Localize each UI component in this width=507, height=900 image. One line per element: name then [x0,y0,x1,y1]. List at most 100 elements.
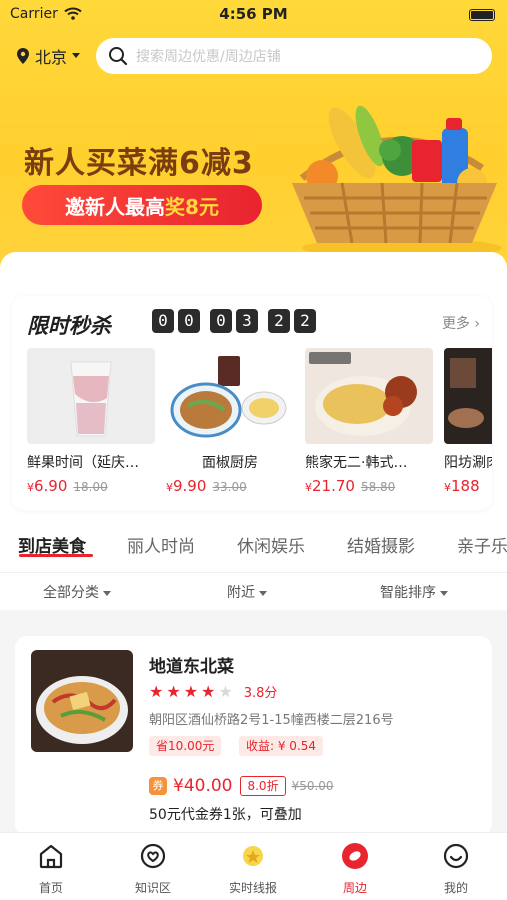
tab-nearby[interactable]: 周边 [315,841,395,896]
flash-sale-card: 限时秒杀 0 0 0 3 2 2 更多 › 鲜果时间（延庆… ¥6.90 18.0… [12,296,492,510]
banner-sub-highlight: 奖8元 [165,194,219,219]
product-name: 阳坊涮肉 [444,455,492,471]
product-card[interactable]: 阳坊涮肉 ¥188 [444,348,492,495]
shop-card[interactable]: 地道东北菜 ★ ★ ★ ★ ★ 3.8分 朝阳区酒仙桥路2号1-15幢西楼二层2… [15,636,492,836]
product-list: 鲜果时间（延庆… ¥6.90 18.00 面椒厨房 ¥9.90 33.00 熊家… [27,348,492,495]
filter-bar: 全部分类 附近 智能排序 [0,572,507,610]
tab-wedding[interactable]: 结婚摄影 [347,532,415,557]
product-image [166,348,294,444]
star-icon: ★ [149,682,164,701]
tab-kids[interactable]: 亲子乐园 [457,532,507,557]
banner-invite-pill[interactable]: 邀新人最高 奖8元 [22,185,262,225]
caret-down-icon [440,591,449,596]
currency-symbol: ¥ [305,481,312,494]
more-link[interactable]: 更多 › [442,313,480,333]
coupon-row[interactable]: 券 ¥40.00 8.0折 ¥50.00 [149,776,334,796]
caret-down-icon [103,591,112,596]
star-icon: ★ [166,682,181,701]
coupon-icon: 券 [149,777,167,795]
countdown-timer: 0 0 0 3 2 2 [152,309,320,333]
product-image [305,348,433,444]
search-bar[interactable]: 搜索周边优惠/周边店铺 [96,38,492,74]
news-icon [243,846,263,866]
tab-leisure[interactable]: 休闲娱乐 [237,532,305,557]
timer-digit: 0 [210,309,232,333]
caret-down-icon [259,591,268,596]
product-card[interactable]: 熊家无二·韩式… ¥21.70 58.80 [305,348,433,495]
coupon-price: ¥40.00 [173,776,233,796]
tab-beauty[interactable]: 丽人时尚 [127,532,195,557]
tab-nearby-label: 周边 [342,881,367,895]
product-card[interactable]: 鲜果时间（延庆… ¥6.90 18.00 [27,348,155,495]
product-price: 9.90 [173,477,207,495]
filter-nearby[interactable]: 附近 [227,582,268,602]
currency-symbol: ¥ [27,481,34,494]
nearby-icon [342,843,368,869]
category-tabs: 到店美食 丽人时尚 休闲娱乐 结婚摄影 亲子乐园 [0,522,507,572]
tab-profile-label: 我的 [443,881,468,895]
discount-badge: 8.0折 [240,776,286,796]
chevron-right-icon: › [469,316,480,332]
coupon-original-price: ¥50.00 [291,779,334,793]
currency-symbol: ¥ [166,481,173,494]
tab-profile[interactable]: 我的 [416,841,496,896]
star-icon: ★ [201,682,216,701]
caret-down-icon [72,53,81,58]
product-price: 21.70 [312,477,355,495]
status-bar: Carrier 4:56 PM [0,0,507,30]
clock: 4:56 PM [219,5,288,23]
timer-digit: 0 [152,309,174,333]
search-icon [109,47,128,66]
coupon-description: 50元代金券1张，可叠加 [149,807,302,823]
shop-image [31,650,133,752]
product-price: 6.90 [34,477,68,495]
shop-score: 3.8分 [243,686,278,701]
banner-sub-prefix: 邀新人最高 [65,194,166,219]
city-selector[interactable]: 北京 [16,44,81,68]
home-icon [39,844,63,869]
product-name: 熊家无二·韩式… [305,455,408,471]
product-price: 188 [451,477,480,495]
city-name: 北京 [35,48,68,67]
tab-home-label: 首页 [38,881,63,895]
filter-category-label: 全部分类 [43,585,99,601]
product-original-price: 33.00 [212,480,247,494]
filter-sort[interactable]: 智能排序 [380,582,449,602]
bottom-tab-bar: 首页 知识区 实时线报 周边 我的 [0,832,507,900]
product-name: 面椒厨房 [202,455,258,471]
filter-sort-label: 智能排序 [380,585,436,601]
promo-banner[interactable]: Carrier 4:56 PM 北京 搜索周边优惠/周边店铺 新人买菜满6减3 … [0,0,507,290]
currency-symbol: ¥ [444,481,451,494]
location-pin-icon [17,48,29,64]
active-tab-indicator [19,554,93,557]
star-empty-icon: ★ [218,682,233,701]
product-name: 鲜果时间（延庆… [27,455,139,471]
tab-knowledge-label: 知识区 [134,881,171,895]
timer-digit: 2 [268,309,290,333]
shop-address: 朝阳区酒仙桥路2号1-15幢西楼二层216号 [149,713,394,728]
shop-name: 地道东北菜 [149,657,234,677]
filter-category[interactable]: 全部分类 [43,582,112,602]
grocery-basket-illustration [292,105,502,258]
more-label: 更多 [441,316,470,332]
timer-digit: 0 [178,309,200,333]
save-tag: 省10.00元 [149,736,222,756]
income-tag: 收益: ¥ 0.54 [239,736,324,756]
banner-headline: 新人买菜满6减3 [24,146,254,181]
tab-news-label: 实时线报 [228,881,277,895]
product-image [27,348,155,444]
battery-icon [469,9,495,21]
product-original-price: 58.80 [360,480,396,494]
profile-icon [443,843,469,869]
product-card[interactable]: 面椒厨房 ¥9.90 33.00 [166,348,294,495]
timer-digit: 3 [236,309,258,333]
tab-news[interactable]: 实时线报 [213,841,293,896]
filter-nearby-label: 附近 [227,585,255,601]
search-input[interactable]: 搜索周边优惠/周边店铺 [136,46,281,66]
product-image [444,348,492,444]
tab-home[interactable]: 首页 [11,841,91,896]
product-original-price: 18.00 [73,480,108,494]
tab-knowledge[interactable]: 知识区 [113,841,193,896]
knowledge-icon [140,843,166,869]
flash-sale-title: 限时秒杀 [27,314,111,338]
